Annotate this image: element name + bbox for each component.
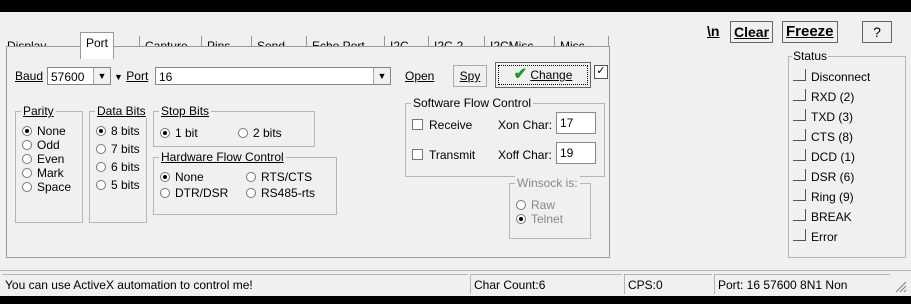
parity-none[interactable]: None bbox=[22, 124, 66, 138]
swflow-title: Software Flow Control bbox=[411, 96, 534, 110]
status-disconnect: Disconnect bbox=[793, 69, 870, 84]
xoff-label: Xoff Char: bbox=[498, 148, 552, 162]
chevron-down-icon: ▼ bbox=[93, 68, 110, 84]
winsock-title: Winsock is: bbox=[515, 176, 580, 190]
hwflow-title: Hardware Flow Control bbox=[159, 150, 286, 164]
databits-8[interactable]: 8 bits bbox=[96, 124, 140, 138]
tab-strip: Display Port Capture Pins Send Echo Port… bbox=[0, 12, 911, 59]
transmit-checkbox[interactable]: Transmit bbox=[412, 148, 475, 162]
xon-label: Xon Char: bbox=[498, 118, 553, 132]
status-error: Error bbox=[793, 229, 838, 244]
parity-space[interactable]: Space bbox=[22, 180, 71, 194]
parity-mark[interactable]: Mark bbox=[22, 166, 64, 180]
stopbits-title: Stop Bits bbox=[159, 104, 212, 118]
window-top-edge: g bbox=[0, 0, 911, 15]
change-checkbox[interactable]: ✓ bbox=[594, 65, 608, 79]
stopbits-1[interactable]: 1 bit bbox=[160, 126, 198, 140]
window-bottom-edge bbox=[0, 296, 911, 304]
status-txd: TXD (3) bbox=[793, 109, 853, 124]
freeze-button[interactable]: Freeze bbox=[782, 21, 838, 43]
status-rxd: RXD (2) bbox=[793, 89, 854, 104]
status-break: BREAK bbox=[793, 209, 852, 224]
clear-button[interactable]: Clear bbox=[730, 21, 774, 43]
change-button[interactable]: ✔ Change bbox=[495, 62, 591, 88]
databits-7[interactable]: 7 bits bbox=[96, 142, 140, 156]
status-ring: Ring (9) bbox=[793, 189, 854, 204]
status-cts: CTS (8) bbox=[793, 129, 853, 144]
open-button[interactable]: Open bbox=[405, 69, 434, 83]
databits-6[interactable]: 6 bits bbox=[96, 160, 140, 174]
status-dsr: DSR (6) bbox=[793, 169, 854, 184]
winsock-group: Winsock is: Raw Telnet bbox=[509, 176, 591, 239]
parity-title: Parity bbox=[21, 104, 56, 118]
port-select[interactable]: 16 ▼ bbox=[155, 67, 391, 85]
chevron-down-icon: ▼ bbox=[373, 68, 390, 84]
parity-group: Parity None Odd Even Mark Space bbox=[15, 104, 83, 223]
help-button[interactable]: ? bbox=[862, 21, 892, 43]
xon-input[interactable]: 17 bbox=[556, 112, 596, 134]
status-bar: You can use ActiveX automation to contro… bbox=[0, 270, 911, 297]
spy-button[interactable]: Spy bbox=[453, 65, 487, 87]
parity-even[interactable]: Even bbox=[22, 152, 64, 166]
stopbits-2[interactable]: 2 bits bbox=[238, 126, 282, 140]
stopbits-group: Stop Bits 1 bit 2 bits bbox=[153, 104, 315, 147]
hwflow-none[interactable]: None bbox=[160, 170, 204, 184]
resize-grip-icon[interactable] bbox=[893, 279, 907, 293]
port-settings-panel: Baud 57600 ▼ ▼ Port 16 ▼ Open Spy ✔ Change… bbox=[6, 46, 610, 258]
hwflow-group: Hardware Flow Control None RTS/CTS DTR/D… bbox=[153, 150, 337, 215]
receive-checkbox[interactable]: Receive bbox=[412, 118, 472, 132]
statusbar-cps: CPS:0 bbox=[624, 274, 712, 294]
port-label: ▼ Port bbox=[114, 69, 149, 83]
statusbar-port-info: Port: 16 57600 8N1 Non bbox=[714, 274, 890, 294]
databits-title: Data Bits bbox=[95, 104, 148, 118]
databits-group: Data Bits 8 bits 7 bits 6 bits 5 bits bbox=[89, 104, 148, 223]
checkmark-icon: ✔ bbox=[513, 66, 527, 83]
hwflow-dtr-dsr[interactable]: DTR/DSR bbox=[160, 186, 228, 200]
statusbar-message: You can use ActiveX automation to contro… bbox=[2, 274, 468, 294]
parity-odd[interactable]: Odd bbox=[22, 138, 60, 152]
winsock-raw[interactable]: Raw bbox=[516, 198, 555, 212]
tab-port[interactable]: Port bbox=[80, 32, 115, 59]
swflow-group: Software Flow Control Receive Xon Char: … bbox=[405, 96, 605, 177]
baud-label: Baud bbox=[15, 69, 44, 83]
status-dcd: DCD (1) bbox=[793, 149, 855, 164]
newline-button[interactable]: \n bbox=[704, 21, 723, 41]
xoff-input[interactable]: 19 bbox=[556, 142, 596, 164]
winsock-telnet[interactable]: Telnet bbox=[516, 212, 563, 226]
statusbar-char-count: Char Count:6 bbox=[470, 274, 622, 294]
app-window: g Display Port Capture Pins Send Echo Po… bbox=[0, 0, 911, 304]
databits-5[interactable]: 5 bits bbox=[96, 178, 140, 192]
hwflow-rs485[interactable]: RS485-rts bbox=[246, 186, 315, 200]
status-title: Status bbox=[792, 49, 829, 63]
status-group: Status Disconnect RXD (2) TXD (3) CTS (8… bbox=[788, 49, 906, 258]
hwflow-rts-cts[interactable]: RTS/CTS bbox=[246, 170, 312, 184]
baud-select[interactable]: 57600 ▼ bbox=[47, 67, 111, 85]
